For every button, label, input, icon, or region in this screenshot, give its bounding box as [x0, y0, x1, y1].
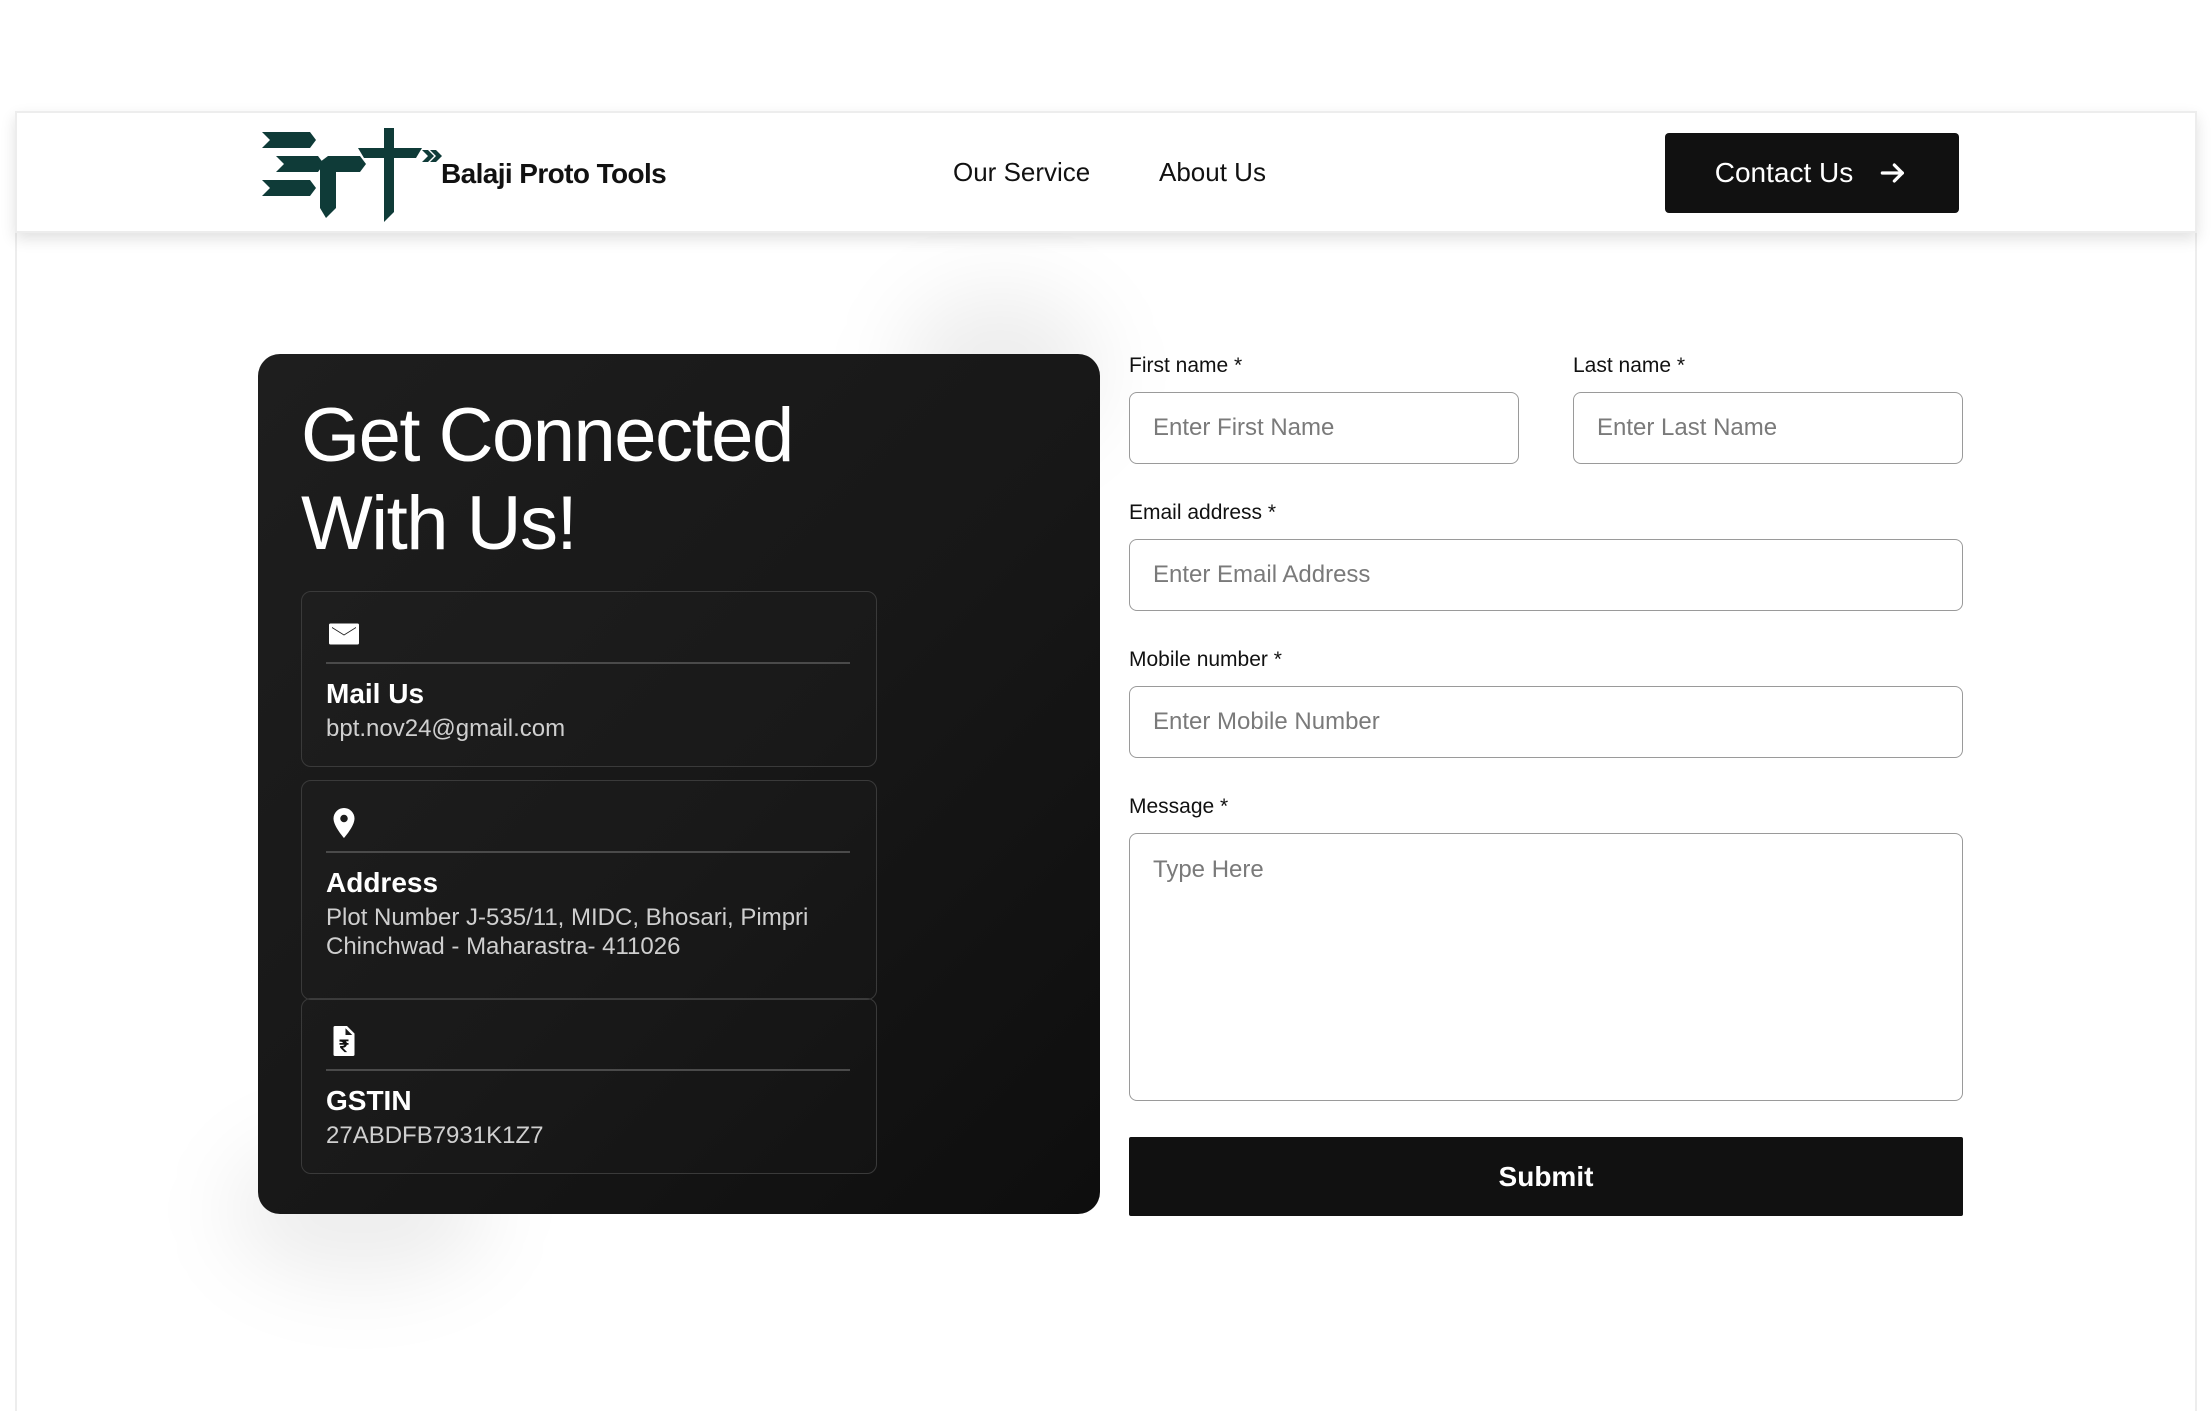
last-name-label: Last name * [1573, 354, 1686, 377]
top-navbar: Balaji Proto Tools Our Service About Us … [15, 111, 2197, 233]
mobile-label: Mobile number * [1129, 648, 1282, 671]
address-card-text: Plot Number J-535/11, MIDC, Bhosari, Pim… [326, 904, 809, 960]
gstin-card-title: GSTIN [326, 1085, 412, 1116]
panel-title: Get Connected With Us! [301, 393, 794, 566]
first-name-label: First name * [1129, 354, 1243, 377]
mail-card-email[interactable]: bpt.nov24@gmail.com [326, 714, 866, 743]
submit-button[interactable]: Submit [1129, 1137, 1963, 1216]
first-name-input[interactable] [1129, 392, 1519, 464]
brand-logo[interactable] [262, 128, 442, 224]
contact-us-button[interactable]: Contact Us [1665, 133, 1959, 213]
document-rupee-icon [333, 1026, 355, 1056]
card-divider [326, 1069, 850, 1071]
brand-name[interactable]: Balaji Proto Tools [441, 158, 667, 190]
gstin-card: GSTIN 27ABDFB7931K1Z7 [301, 998, 877, 1174]
address-card-title: Address [326, 867, 439, 898]
mobile-input[interactable] [1129, 686, 1963, 758]
last-name-input[interactable] [1573, 392, 1963, 464]
card-divider [326, 851, 850, 853]
mail-icon [329, 623, 359, 645]
location-pin-icon [333, 808, 355, 838]
message-label: Message * [1129, 795, 1229, 818]
mail-card-title: Mail Us [326, 678, 425, 709]
contact-info-panel: Get Connected With Us! Mail Us bpt.nov24… [258, 354, 1100, 1214]
email-label: Email address * [1129, 501, 1277, 524]
nav-link-about-us[interactable]: About Us [1159, 157, 1266, 188]
gstin-card-number: 27ABDFB7931K1Z7 [326, 1122, 544, 1149]
address-card: Address Plot Number J-535/11, MIDC, Bhos… [301, 780, 877, 1000]
contact-us-label: Contact Us [1714, 157, 1854, 188]
message-textarea[interactable] [1129, 833, 1963, 1101]
email-input[interactable] [1129, 539, 1963, 611]
nav-link-our-service[interactable]: Our Service [953, 157, 1090, 188]
mail-card: Mail Us bpt.nov24@gmail.com [301, 591, 877, 767]
card-divider [326, 662, 850, 664]
arrow-right-icon [1880, 163, 1905, 183]
